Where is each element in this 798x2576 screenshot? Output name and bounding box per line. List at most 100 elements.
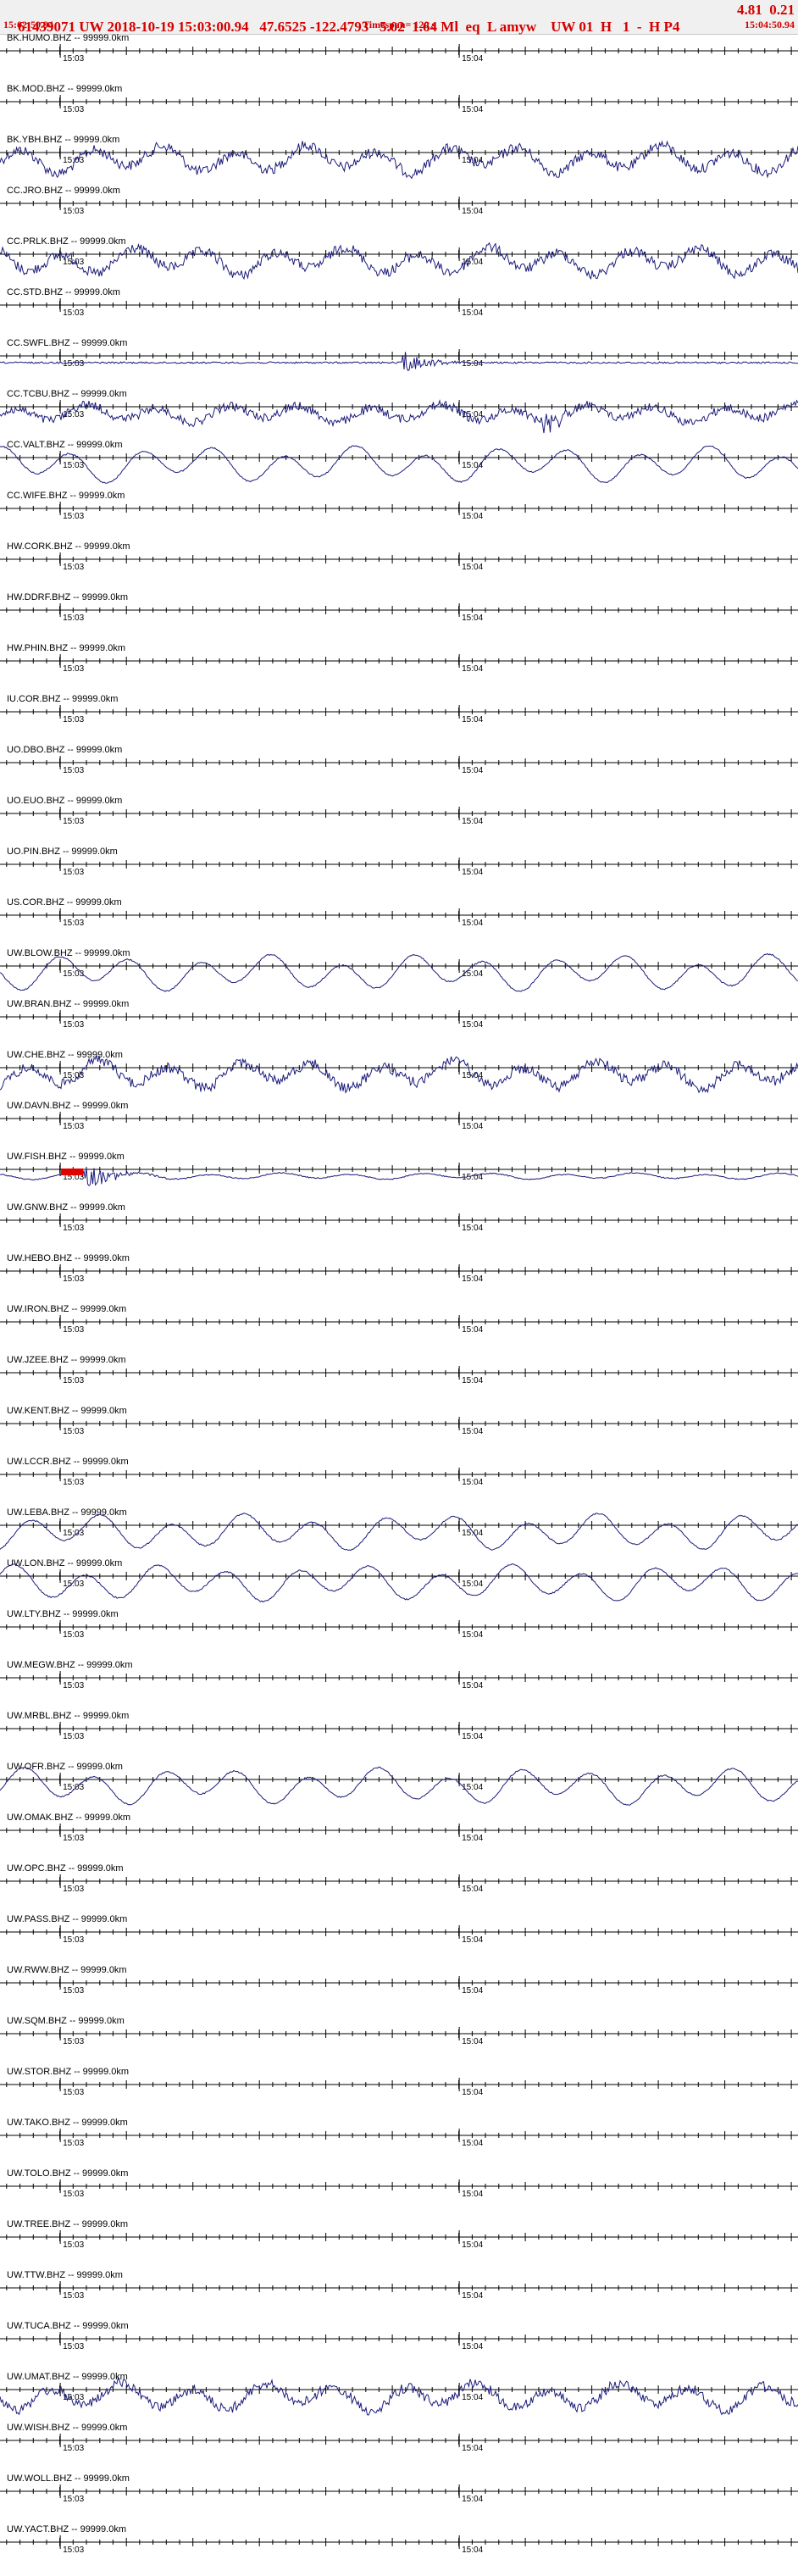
tick-label: 15:04: [462, 2545, 483, 2555]
tick-label: 15:03: [63, 308, 84, 318]
tick-label: 15:04: [462, 1935, 483, 1945]
channel-label: CC.VALT.BHZ -- 99999.0km: [7, 440, 123, 450]
tick-label: 15:04: [462, 766, 483, 775]
tick-label: 15:03: [63, 461, 84, 470]
tick-label: 15:03: [63, 1935, 84, 1945]
tick-label: 15:04: [462, 919, 483, 928]
tick-label: 15:03: [63, 1885, 84, 1894]
tick-label: 15:03: [63, 2291, 84, 2301]
tick-label: 15:04: [462, 1325, 483, 1335]
tick-label: 15:04: [462, 2088, 483, 2097]
channel-label: UW.IRON.BHZ -- 99999.0km: [7, 1304, 126, 1314]
waveform: [0, 398, 798, 434]
tick-label: 15:03: [63, 2240, 84, 2250]
tick-label: 15:03: [63, 1071, 84, 1080]
tick-label: 15:03: [63, 2393, 84, 2402]
tick-label: 15:04: [462, 359, 483, 369]
tick-label: 15:04: [462, 207, 483, 216]
tick-label: 15:03: [63, 919, 84, 928]
tick-label: 15:04: [462, 1579, 483, 1589]
tick-label: 15:03: [63, 1986, 84, 1996]
tick-label: 15:04: [462, 1783, 483, 1792]
tick-label: 15:03: [63, 2342, 84, 2351]
tick-label: 15:04: [462, 664, 483, 674]
waveform: [0, 952, 798, 992]
tick-label: 15:03: [63, 969, 84, 979]
tick-label: 15:03: [63, 54, 84, 64]
channel-label: UW.PASS.BHZ -- 99999.0km: [7, 1914, 127, 1924]
channel-label: CC.STD.BHZ -- 99999.0km: [7, 287, 120, 297]
tick-label: 15:04: [462, 1427, 483, 1436]
tick-label: 15:03: [63, 1834, 84, 1843]
tick-label: 15:03: [63, 207, 84, 216]
tick-label: 15:04: [462, 308, 483, 318]
channel-label: UW.TOLO.BHZ -- 99999.0km: [7, 2168, 128, 2179]
tick-label: 15:04: [462, 1681, 483, 1690]
channel-label: CC.JRO.BHZ -- 99999.0km: [7, 186, 120, 196]
channel-label: UW.BRAN.BHZ -- 99999.0km: [7, 999, 129, 1009]
tick-label: 15:03: [63, 1579, 84, 1589]
channel-label: BK.MOD.BHZ -- 99999.0km: [7, 84, 122, 94]
channel-label: UO.DBO.BHZ -- 99999.0km: [7, 745, 122, 755]
channel-label: UW.KENT.BHZ -- 99999.0km: [7, 1406, 127, 1416]
channel-label: HW.PHIN.BHZ -- 99999.0km: [7, 643, 125, 653]
channel-label: CC.TCBU.BHZ -- 99999.0km: [7, 389, 127, 399]
waveform: [0, 1053, 798, 1094]
tick-label: 15:04: [462, 512, 483, 521]
tick-label: 15:04: [462, 1478, 483, 1487]
tick-label: 15:04: [462, 2393, 483, 2402]
channel-label: UO.EUO.BHZ -- 99999.0km: [7, 796, 122, 806]
channel-label: IU.COR.BHZ -- 99999.0km: [7, 694, 118, 704]
tick-label: 15:03: [63, 563, 84, 572]
tick-label: 15:03: [63, 1681, 84, 1690]
event-header: 61439071 UW 2018-10-19 15:03:00.94 47.65…: [0, 0, 798, 35]
tick-label: 15:03: [63, 2088, 84, 2097]
channel-label: UW.LCCR.BHZ -- 99999.0km: [7, 1457, 129, 1467]
channel-label: UW.BLOW.BHZ -- 99999.0km: [7, 948, 130, 958]
channel-label: UW.TREE.BHZ -- 99999.0km: [7, 2219, 128, 2229]
channel-label: HW.DDRF.BHZ -- 99999.0km: [7, 592, 128, 602]
channel-label: CC.PRLK.BHZ -- 99999.0km: [7, 236, 126, 247]
tick-label: 15:04: [462, 2291, 483, 2301]
channel-label: UW.OPC.BHZ -- 99999.0km: [7, 1863, 124, 1874]
tick-label: 15:03: [63, 1783, 84, 1792]
tick-label: 15:03: [63, 1224, 84, 1233]
end-time: 15:04:50.94: [745, 19, 795, 31]
tick-label: 15:04: [462, 1020, 483, 1030]
tick-label: 15:04: [462, 563, 483, 572]
tick-label: 15:04: [462, 1071, 483, 1080]
tick-label: 15:04: [462, 461, 483, 470]
tick-label: 15:04: [462, 1986, 483, 1996]
waveform: [0, 352, 798, 371]
tick-label: 15:03: [63, 1630, 84, 1640]
waveform: [0, 242, 798, 280]
channel-label: UW.JZEE.BHZ -- 99999.0km: [7, 1355, 126, 1365]
tick-label: 15:04: [462, 105, 483, 114]
tick-label: 15:04: [462, 2342, 483, 2351]
channel-label: UW.LTY.BHZ -- 99999.0km: [7, 1609, 119, 1619]
channel-label: CC.SWFL.BHZ -- 99999.0km: [7, 338, 127, 348]
tick-label: 15:03: [63, 766, 84, 775]
tick-label: 15:04: [462, 1224, 483, 1233]
channel-label: UW.LEBA.BHZ -- 99999.0km: [7, 1507, 127, 1518]
tick-label: 15:04: [462, 2190, 483, 2199]
waveform: [0, 140, 798, 180]
channel-label: UW.DAVN.BHZ -- 99999.0km: [7, 1101, 128, 1111]
channel-label: UW.SQM.BHZ -- 99999.0km: [7, 2016, 125, 2026]
tick-label: 15:04: [462, 1376, 483, 1385]
tick-label: 15:03: [63, 868, 84, 877]
tick-label: 15:04: [462, 2444, 483, 2453]
waveform: [0, 1513, 798, 1552]
tick-label: 15:03: [63, 2037, 84, 2046]
waveform: [0, 2376, 798, 2416]
tick-label: 15:03: [63, 105, 84, 114]
tick-label: 15:03: [63, 613, 84, 623]
tick-label: 15:03: [63, 2139, 84, 2148]
tick-label: 15:04: [462, 1732, 483, 1741]
tick-label: 15:03: [63, 2444, 84, 2453]
channel-label: UW.LON.BHZ -- 99999.0km: [7, 1558, 122, 1568]
channel-label: UO.PIN.BHZ -- 99999.0km: [7, 847, 118, 857]
phase-pick-marker: [61, 1169, 84, 1175]
channel-label: UW.STOR.BHZ -- 99999.0km: [7, 2067, 129, 2077]
tick-label: 15:04: [462, 817, 483, 826]
